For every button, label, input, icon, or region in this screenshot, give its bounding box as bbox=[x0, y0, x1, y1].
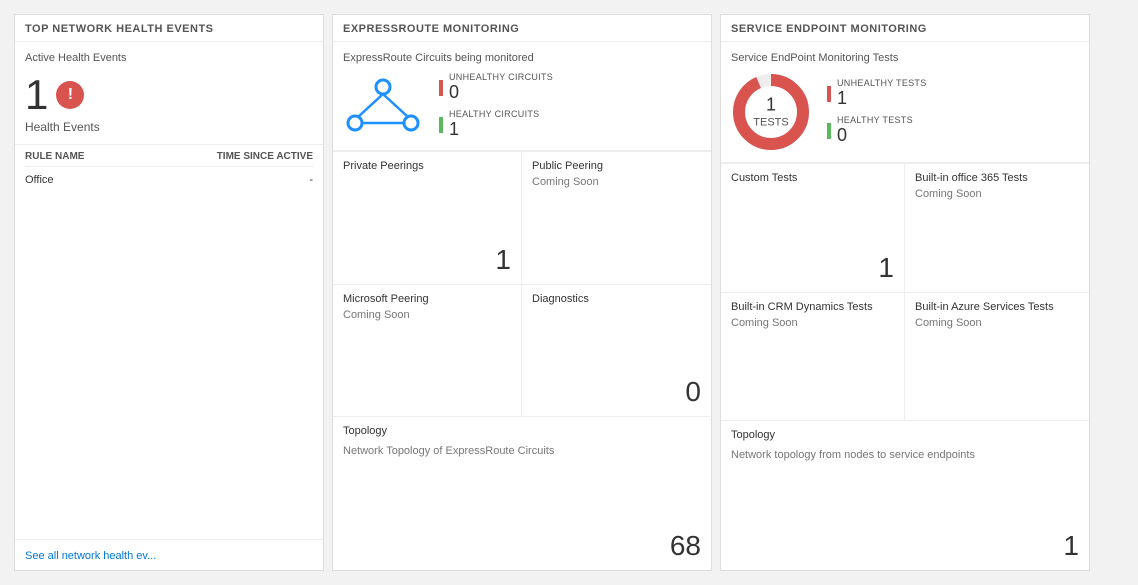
healthy-info: HEALTHY CIRCUITS 1 bbox=[449, 109, 539, 140]
healthy-tests-item: HEALTHY TESTS 0 bbox=[827, 115, 927, 146]
private-peerings-title: Private Peerings bbox=[343, 160, 511, 172]
private-peerings-count: 1 bbox=[343, 244, 511, 276]
left-panel-title: TOP NETWORK HEALTH EVENTS bbox=[15, 15, 323, 42]
service-label: Service EndPoint Monitoring Tests bbox=[731, 52, 1079, 64]
diagnostics-title: Diagnostics bbox=[532, 293, 701, 305]
unhealthy-circuits-item: UNHEALTHY CIRCUITS 0 bbox=[439, 72, 553, 103]
unhealthy-tests-label: UNHEALTHY TESTS bbox=[837, 78, 927, 88]
middle-topology-desc: Network Topology of ExpressRoute Circuit… bbox=[343, 445, 701, 457]
error-icon: ! bbox=[56, 81, 84, 109]
private-peerings-cell[interactable]: Private Peerings 1 bbox=[333, 152, 522, 285]
unhealthy-count: 0 bbox=[449, 82, 553, 103]
events-table: RULE NAME TIME SINCE ACTIVE Office - bbox=[15, 145, 323, 195]
healthy-bar bbox=[439, 117, 443, 133]
unhealthy-info: UNHEALTHY CIRCUITS 0 bbox=[449, 72, 553, 103]
right-topology-count: 1 bbox=[731, 530, 1079, 562]
right-panel-title: SERVICE ENDPOINT MONITORING bbox=[721, 15, 1089, 42]
right-topology-desc: Network topology from nodes to service e… bbox=[731, 449, 1079, 461]
circuits-legend: UNHEALTHY CIRCUITS 0 HEALTHY CIRCUITS 1 bbox=[439, 72, 553, 140]
healthy-tests-count: 0 bbox=[837, 125, 913, 146]
col-rule-name: RULE NAME bbox=[25, 151, 84, 162]
dashboard: TOP NETWORK HEALTH EVENTS Active Health … bbox=[0, 0, 1138, 585]
microsoft-peering-title: Microsoft Peering bbox=[343, 293, 511, 305]
public-peering-title: Public Peering bbox=[532, 160, 701, 172]
healthy-tests-bar bbox=[827, 123, 831, 139]
unhealthy-tests-count: 1 bbox=[837, 88, 927, 109]
health-summary: Active Health Events 1 ! Health Events bbox=[15, 42, 323, 145]
health-events-label: Health Events bbox=[25, 120, 313, 134]
events-table-header: RULE NAME TIME SINCE ACTIVE bbox=[25, 151, 313, 167]
diagnostics-count: 0 bbox=[532, 376, 701, 408]
office365-tests-coming: Coming Soon bbox=[915, 188, 1079, 200]
rule-name-cell: Office bbox=[25, 174, 54, 186]
unhealthy-bar bbox=[439, 80, 443, 96]
custom-tests-count: 1 bbox=[731, 252, 894, 284]
donut-label: 1 TESTS bbox=[753, 95, 788, 130]
healthy-count: 1 bbox=[449, 119, 539, 140]
express-content: UNHEALTHY CIRCUITS 0 HEALTHY CIRCUITS 1 bbox=[343, 72, 701, 140]
donut-count: 1 bbox=[753, 95, 788, 117]
diagnostics-cell[interactable]: Diagnostics 0 bbox=[522, 285, 711, 418]
middle-topology-cell[interactable]: Topology Network Topology of ExpressRout… bbox=[333, 417, 711, 570]
middle-panel: EXPRESSROUTE MONITORING ExpressRoute Cir… bbox=[332, 14, 712, 571]
healthy-tests-label: HEALTHY TESTS bbox=[837, 115, 913, 125]
express-summary: ExpressRoute Circuits being monitored bbox=[333, 42, 711, 151]
middle-sub-grid: Private Peerings 1 Public Peering Coming… bbox=[333, 151, 711, 570]
express-label: ExpressRoute Circuits being monitored bbox=[343, 52, 701, 64]
unhealthy-tests-bar bbox=[827, 86, 831, 102]
active-health-label: Active Health Events bbox=[25, 52, 313, 64]
health-count: 1 bbox=[25, 74, 48, 116]
middle-topology-title: Topology bbox=[343, 425, 701, 437]
see-all-link[interactable]: See all network health ev... bbox=[25, 550, 156, 562]
service-content: 1 TESTS UNHEALTHY TESTS 1 bbox=[731, 72, 1079, 152]
table-row[interactable]: Office - bbox=[25, 171, 313, 189]
network-topology-icon bbox=[343, 75, 423, 138]
unhealthy-tests-info: UNHEALTHY TESTS 1 bbox=[837, 78, 927, 109]
middle-topology-count: 68 bbox=[343, 530, 701, 562]
microsoft-peering-coming: Coming Soon bbox=[343, 309, 511, 321]
right-sub-grid: Custom Tests 1 Built-in office 365 Tests… bbox=[721, 163, 1089, 570]
service-legend: UNHEALTHY TESTS 1 HEALTHY TESTS 0 bbox=[827, 78, 927, 146]
crm-tests-coming: Coming Soon bbox=[731, 317, 894, 329]
service-summary: Service EndPoint Monitoring Tests 1 TEST… bbox=[721, 42, 1089, 163]
unhealthy-label: UNHEALTHY CIRCUITS bbox=[449, 72, 553, 82]
right-panel: SERVICE ENDPOINT MONITORING Service EndP… bbox=[720, 14, 1090, 571]
azure-tests-cell[interactable]: Built-in Azure Services Tests Coming Soo… bbox=[905, 293, 1089, 422]
azure-tests-coming: Coming Soon bbox=[915, 317, 1079, 329]
health-count-row: 1 ! bbox=[25, 74, 313, 116]
public-peering-cell[interactable]: Public Peering Coming Soon bbox=[522, 152, 711, 285]
middle-panel-title: EXPRESSROUTE MONITORING bbox=[333, 15, 711, 42]
office365-tests-title: Built-in office 365 Tests bbox=[915, 172, 1079, 184]
col-time-active: TIME SINCE ACTIVE bbox=[217, 151, 313, 162]
microsoft-peering-cell[interactable]: Microsoft Peering Coming Soon bbox=[333, 285, 522, 418]
healthy-circuits-item: HEALTHY CIRCUITS 1 bbox=[439, 109, 553, 140]
donut-chart: 1 TESTS bbox=[731, 72, 811, 152]
right-topology-cell[interactable]: Topology Network topology from nodes to … bbox=[721, 421, 1089, 570]
custom-tests-title: Custom Tests bbox=[731, 172, 894, 184]
custom-tests-cell[interactable]: Custom Tests 1 bbox=[721, 164, 905, 293]
left-footer: See all network health ev... bbox=[15, 539, 323, 570]
right-topology-title: Topology bbox=[731, 429, 1079, 441]
donut-tests-label: TESTS bbox=[753, 116, 788, 128]
healthy-tests-info: HEALTHY TESTS 0 bbox=[837, 115, 913, 146]
azure-tests-title: Built-in Azure Services Tests bbox=[915, 301, 1079, 313]
time-active-cell: - bbox=[309, 174, 313, 186]
public-peering-coming: Coming Soon bbox=[532, 176, 701, 188]
unhealthy-tests-item: UNHEALTHY TESTS 1 bbox=[827, 78, 927, 109]
crm-tests-title: Built-in CRM Dynamics Tests bbox=[731, 301, 894, 313]
office365-tests-cell[interactable]: Built-in office 365 Tests Coming Soon bbox=[905, 164, 1089, 293]
crm-tests-cell[interactable]: Built-in CRM Dynamics Tests Coming Soon bbox=[721, 293, 905, 422]
left-panel: TOP NETWORK HEALTH EVENTS Active Health … bbox=[14, 14, 324, 571]
healthy-label: HEALTHY CIRCUITS bbox=[449, 109, 539, 119]
